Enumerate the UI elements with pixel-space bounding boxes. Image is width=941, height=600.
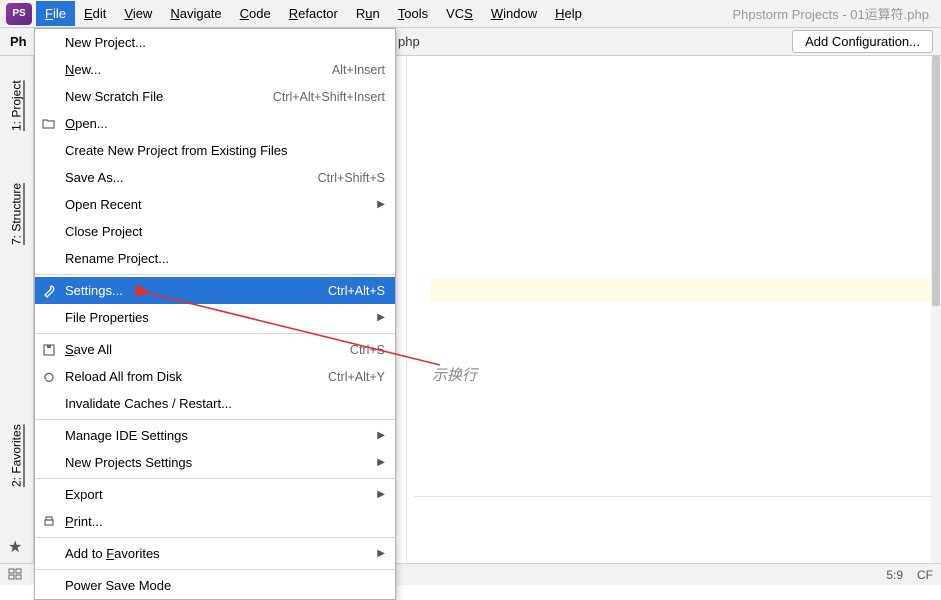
menu-new[interactable]: New...Alt+Insert: [35, 56, 395, 83]
chevron-right-icon: ▶: [377, 199, 385, 210]
menu-vcs[interactable]: VCS: [437, 1, 482, 26]
menu-navigate[interactable]: Navigate: [161, 1, 230, 26]
scrollbar-track[interactable]: [931, 56, 941, 563]
menu-new-project[interactable]: New Project...: [35, 29, 395, 56]
status-encoding[interactable]: CF: [917, 568, 933, 582]
menu-rename-project[interactable]: Rename Project...: [35, 245, 395, 272]
menu-help[interactable]: Help: [546, 1, 591, 26]
menu-power-save[interactable]: Power Save Mode: [35, 572, 395, 599]
chevron-right-icon: ▶: [377, 548, 385, 559]
menu-view[interactable]: View: [115, 1, 161, 26]
menu-open[interactable]: Open...: [35, 110, 395, 137]
editor-divider: [414, 496, 935, 497]
wrench-icon: [41, 283, 57, 299]
menu-separator: [35, 537, 395, 538]
menu-invalidate-caches[interactable]: Invalidate Caches / Restart...: [35, 390, 395, 417]
sidebar-tab-structure[interactable]: 7: Structure: [0, 166, 33, 261]
menu-separator: [35, 274, 395, 275]
menu-new-scratch[interactable]: New Scratch FileCtrl+Alt+Shift+Insert: [35, 83, 395, 110]
menu-export[interactable]: Export▶: [35, 481, 395, 508]
sidebar-tab-favorites[interactable]: 2: Favorites: [0, 411, 33, 501]
chevron-right-icon: ▶: [377, 457, 385, 468]
menu-separator: [35, 333, 395, 334]
left-sidebar: 1: Project 7: Structure 2: Favorites ★: [0, 56, 34, 563]
gutter-border: [406, 56, 407, 563]
current-line-highlight: [430, 279, 935, 301]
add-configuration-button[interactable]: Add Configuration...: [792, 30, 933, 53]
menu-open-recent[interactable]: Open Recent▶: [35, 191, 395, 218]
menu-separator: [35, 419, 395, 420]
menu-add-to-favorites[interactable]: Add to Favorites▶: [35, 540, 395, 567]
menu-edit[interactable]: Edit: [75, 1, 115, 26]
menu-code[interactable]: Code: [231, 1, 280, 26]
chevron-right-icon: ▶: [377, 312, 385, 323]
status-position[interactable]: 5:9: [886, 568, 903, 582]
menu-close-project[interactable]: Close Project: [35, 218, 395, 245]
chevron-right-icon: ▶: [377, 430, 385, 441]
editor-tab-text: php: [398, 34, 420, 49]
menu-window[interactable]: Window: [482, 1, 546, 26]
folder-icon: [41, 116, 57, 132]
menu-separator: [35, 569, 395, 570]
menu-save-as[interactable]: Save As...Ctrl+Shift+S: [35, 164, 395, 191]
file-menu-dropdown: New Project... New...Alt+Insert New Scra…: [34, 28, 396, 600]
app-icon: PS: [6, 3, 32, 25]
status-icon[interactable]: [8, 567, 24, 583]
menu-refactor[interactable]: Refactor: [280, 1, 347, 26]
editor-hint-text: 示换行: [432, 364, 477, 385]
menu-tools[interactable]: Tools: [389, 1, 437, 26]
menu-new-projects-settings[interactable]: New Projects Settings▶: [35, 449, 395, 476]
menubar: PS File Edit View Navigate Code Refactor…: [0, 0, 941, 28]
menu-file[interactable]: File: [36, 1, 75, 26]
menu-create-from-existing[interactable]: Create New Project from Existing Files: [35, 137, 395, 164]
menu-settings[interactable]: Settings...Ctrl+Alt+S: [35, 277, 395, 304]
menu-print[interactable]: Print...: [35, 508, 395, 535]
menu-reload-from-disk[interactable]: Reload All from DiskCtrl+Alt+Y: [35, 363, 395, 390]
menu-separator: [35, 478, 395, 479]
print-icon: [41, 514, 57, 530]
reload-icon: [41, 369, 57, 385]
menu-save-all[interactable]: Save AllCtrl+S: [35, 336, 395, 363]
save-icon: [41, 342, 57, 358]
breadcrumb: Ph: [0, 34, 27, 49]
favorites-star-icon: ★: [8, 537, 22, 557]
chevron-right-icon: ▶: [377, 489, 385, 500]
scrollbar-thumb[interactable]: [932, 56, 940, 306]
sidebar-tab-project[interactable]: 1: Project: [0, 66, 33, 146]
menu-run[interactable]: Run: [347, 1, 389, 26]
window-title: Phpstorm Projects - 01运算符.php: [732, 4, 929, 23]
menu-manage-ide-settings[interactable]: Manage IDE Settings▶: [35, 422, 395, 449]
menu-file-properties[interactable]: File Properties▶: [35, 304, 395, 331]
